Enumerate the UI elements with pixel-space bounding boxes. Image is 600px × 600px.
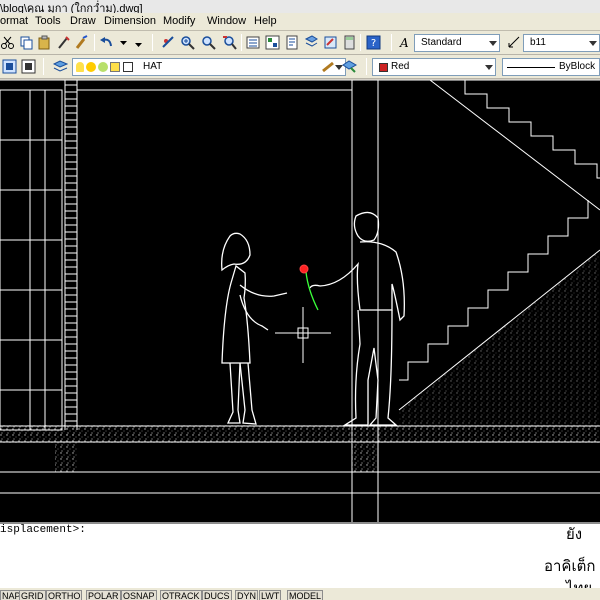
pan-icon[interactable] — [160, 35, 175, 50]
toolbar-separator — [43, 58, 44, 75]
status-bar: NAP GRID ORTHO POLAR OSNAP OTRACK DUCS D… — [0, 588, 600, 600]
menu-tools[interactable]: Tools — [35, 15, 61, 27]
menu-format[interactable]: ormat — [0, 15, 28, 27]
osnap-toggle[interactable]: OSNAP — [121, 590, 157, 600]
copy-icon[interactable] — [19, 35, 34, 50]
grid-toggle[interactable]: GRID — [19, 590, 46, 600]
sun-icon[interactable] — [86, 62, 96, 72]
menu-bar: ormat Tools Draw Dimension Modify Window… — [0, 13, 600, 31]
command-history: isplacement>: — [0, 524, 86, 536]
layer-previous-icon[interactable] — [21, 59, 36, 74]
zoom-previous-icon[interactable] — [222, 35, 237, 50]
lightbulb-icon[interactable] — [76, 62, 84, 72]
tool-palettes-icon[interactable] — [285, 35, 300, 50]
menu-dimension[interactable]: Dimension — [104, 15, 156, 27]
toolbar-separator — [241, 34, 242, 51]
layer-color-swatch — [123, 62, 133, 72]
toolbar-separator — [94, 34, 95, 51]
undo-icon[interactable] — [99, 35, 114, 50]
dimension-style-select[interactable]: b11 — [523, 34, 600, 52]
plot-icon[interactable] — [110, 62, 120, 72]
zoom-window-icon[interactable] — [201, 35, 216, 50]
design-center-icon[interactable] — [265, 35, 280, 50]
drawing-svg — [0, 80, 600, 522]
layer-name: HAT — [143, 61, 163, 72]
menu-modify[interactable]: Modify — [163, 15, 195, 27]
window-frame — [0, 89, 63, 431]
color-select[interactable]: Red — [372, 58, 496, 76]
caption-text-1: ยัง — [566, 526, 583, 543]
command-line[interactable]: isplacement>: ยัง อาคิเต็ก ไทย — [0, 522, 600, 597]
layer-state-icon[interactable] — [2, 59, 17, 74]
ortho-toggle[interactable]: ORTHO — [46, 590, 83, 600]
upper-stair-outline — [464, 80, 600, 179]
sheet-set-icon[interactable] — [304, 35, 319, 50]
column-hatch — [352, 426, 378, 472]
ladder-ticks — [65, 84, 77, 422]
chevron-down-icon — [589, 41, 597, 46]
svg-text:A: A — [399, 36, 409, 50]
layer-tools-icon[interactable] — [342, 59, 357, 74]
title-bar: \blog\คุณ มุกา (ใกกว่ำม).dwg] — [0, 0, 600, 13]
color-value: Red — [391, 61, 410, 72]
linetype-select[interactable]: ByBlock — [502, 58, 600, 76]
chevron-down-icon — [485, 65, 493, 70]
standard-toolbar: ? A Standard b11 — [0, 31, 600, 55]
layers-toolbar: HAT Red ByBlock — [0, 55, 600, 79]
menu-help[interactable]: Help — [254, 15, 277, 27]
help-icon[interactable]: ? — [366, 35, 381, 50]
toolbar-separator — [366, 58, 367, 75]
stair-hatch — [399, 250, 600, 426]
make-object-layer-current-icon[interactable] — [321, 59, 336, 74]
svg-text:?: ? — [371, 38, 376, 49]
window-title: \blog\คุณ มุกา (ใกกว่ำม).dwg] — [0, 3, 143, 13]
toolbar-separator — [360, 34, 361, 51]
brush-icon[interactable] — [74, 35, 89, 50]
menu-draw[interactable]: Draw — [70, 15, 96, 27]
dyn-toggle[interactable]: DYN — [235, 590, 259, 600]
layers-manager-icon[interactable] — [53, 59, 68, 74]
lwt-toggle[interactable]: LWT — [259, 590, 282, 600]
woman-figure — [221, 232, 288, 425]
chevron-down-icon — [489, 41, 497, 46]
stair-soffit-line — [429, 80, 600, 211]
toolbar-separator — [391, 34, 392, 51]
menu-window[interactable]: Window — [207, 15, 246, 27]
dimension-style-icon[interactable] — [507, 35, 522, 50]
floor-hatch — [0, 425, 600, 443]
color-swatch — [379, 63, 388, 72]
model-toggle[interactable]: MODEL — [287, 590, 324, 600]
dimension-style-value: b11 — [530, 37, 546, 48]
otrack-toggle[interactable]: OTRACK — [160, 590, 202, 600]
calculator-icon[interactable] — [342, 35, 357, 50]
properties-icon[interactable] — [246, 35, 261, 50]
text-style-value: Standard — [421, 37, 462, 48]
text-style-icon[interactable]: A — [398, 35, 413, 50]
column-left — [64, 80, 78, 430]
match-properties-icon[interactable] — [56, 35, 71, 50]
linetype-value: ByBlock — [559, 61, 596, 72]
undo-dropdown-icon[interactable] — [116, 35, 131, 50]
linetype-preview — [507, 67, 555, 68]
caption-text-2: อาคิเต็ก — [544, 558, 596, 575]
markup-set-icon[interactable] — [323, 35, 338, 50]
paste-icon[interactable] — [37, 35, 52, 50]
layer-select[interactable]: HAT — [72, 58, 346, 76]
redo-icon[interactable] — [131, 35, 146, 50]
column-hatch — [55, 426, 77, 472]
crosshair-cursor — [275, 307, 331, 363]
toolbar-separator — [152, 34, 153, 51]
text-style-select[interactable]: Standard — [414, 34, 500, 52]
rose — [299, 264, 319, 311]
drawing-canvas[interactable] — [0, 80, 600, 522]
man-figure — [309, 211, 405, 426]
lock-icon[interactable] — [98, 62, 108, 72]
polar-toggle[interactable]: POLAR — [86, 590, 121, 600]
zoom-realtime-icon[interactable] — [180, 35, 195, 50]
ducs-toggle[interactable]: DUCS — [202, 590, 232, 600]
cut-icon[interactable] — [0, 35, 15, 50]
